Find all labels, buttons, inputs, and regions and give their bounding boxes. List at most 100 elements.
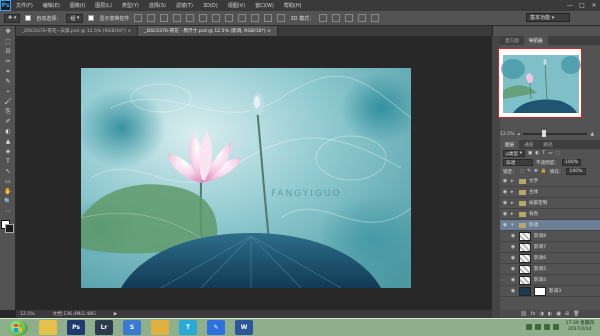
3d-roll-icon[interactable] xyxy=(332,14,341,22)
tab-paths[interactable]: 路径 xyxy=(538,140,557,149)
auto-select-dropdown[interactable]: 组 ▾ xyxy=(66,13,84,23)
expand-arrow-icon[interactable]: ▸ xyxy=(511,178,516,184)
collapse-arrow-icon[interactable]: ▾ xyxy=(511,222,516,228)
brush-tool-icon[interactable]: 🖌 xyxy=(2,97,14,106)
visibility-eye-icon[interactable]: ◉ xyxy=(510,255,516,261)
expand-arrow-icon[interactable]: ▸ xyxy=(511,211,516,217)
taskbar-folder-icon[interactable] xyxy=(151,320,169,335)
maximize-icon[interactable]: □ xyxy=(576,0,588,11)
menu-select[interactable]: 选择(S) xyxy=(144,2,171,9)
clock[interactable]: 17:39 星期四 2017/2/14 xyxy=(566,321,594,333)
zoom-tool-icon[interactable]: 🔍 xyxy=(2,197,14,206)
filter-pixel-icon[interactable]: ▣ xyxy=(528,151,532,156)
visibility-eye-icon[interactable]: ◉ xyxy=(502,189,508,195)
color-swatches[interactable] xyxy=(1,220,15,234)
layer-group-text[interactable]: ◉ ▸ 文字 xyxy=(500,176,600,187)
lotus-photo[interactable]: FANGYIGUO xyxy=(81,68,411,288)
visibility-eye-icon[interactable]: ◉ xyxy=(502,211,508,217)
zoom-slider-thumb[interactable] xyxy=(542,130,547,137)
taskbar-lightroom-icon[interactable]: Lr xyxy=(95,320,113,335)
3d-slide-icon[interactable] xyxy=(358,14,367,22)
distribute-center-icon[interactable] xyxy=(264,14,273,22)
more-tools-icon[interactable]: ⋯ xyxy=(2,207,14,216)
align-top-icon[interactable] xyxy=(134,14,143,22)
layer-tone-4[interactable]: ◉ 影调4 xyxy=(500,275,600,286)
3d-scale-icon[interactable] xyxy=(371,14,380,22)
tab-channels[interactable]: 通道 xyxy=(519,140,538,149)
visibility-eye-icon[interactable]: ◉ xyxy=(502,178,508,184)
marquee-tool-icon[interactable]: ⬚ xyxy=(2,37,14,46)
taskbar-word-icon[interactable]: W xyxy=(235,320,253,335)
zoom-out-icon[interactable]: ▴ xyxy=(518,132,520,137)
blend-mode-select[interactable]: 穿透 xyxy=(503,159,533,166)
visibility-eye-icon[interactable]: ◉ xyxy=(510,244,516,250)
visibility-eye-icon[interactable]: ◉ xyxy=(502,200,508,206)
status-zoom[interactable]: 12.5% xyxy=(20,312,35,317)
quick-select-tool-icon[interactable]: ✂ xyxy=(2,57,14,66)
new-layer-icon[interactable]: ⊞ xyxy=(565,311,569,317)
tray-app-icon[interactable] xyxy=(525,324,532,330)
taskbar-typora-icon[interactable]: T xyxy=(179,320,197,335)
move-tool-preset[interactable]: ✥ ▾ xyxy=(4,13,21,23)
filter-shape-icon[interactable]: ▭ xyxy=(548,151,552,156)
layer-tone-6[interactable]: ◉ 影调6 xyxy=(500,253,600,264)
add-mask-icon[interactable]: ◑ xyxy=(540,311,544,317)
fill-input[interactable]: 100% xyxy=(566,168,586,175)
hand-tool-icon[interactable]: ✋ xyxy=(2,187,14,196)
close-icon[interactable]: ✕ xyxy=(588,0,600,11)
menu-edit[interactable]: 编辑(E) xyxy=(38,2,65,9)
3d-rotate-icon[interactable] xyxy=(319,14,328,22)
tab-histogram[interactable]: 直方图 xyxy=(500,36,524,45)
document-tab-1[interactable]: _DSC0376-荷花~去燥.psd @ 12.5% (RGB/16*) × xyxy=(16,26,139,36)
shape-tool-icon[interactable]: ▭ xyxy=(2,177,14,186)
align-right-icon[interactable] xyxy=(199,14,208,22)
distribute-left-icon[interactable] xyxy=(251,14,260,22)
menu-3d[interactable]: 3D(D) xyxy=(198,3,223,9)
align-bottom-icon[interactable] xyxy=(160,14,169,22)
lock-paint-icon[interactable]: ✎ xyxy=(527,169,531,174)
tray-volume-icon[interactable] xyxy=(543,324,550,330)
eraser-tool-icon[interactable]: ◐ xyxy=(2,127,14,136)
lock-move-icon[interactable]: ✥ xyxy=(534,169,538,174)
navigator-view-frame[interactable] xyxy=(498,48,582,118)
align-center-icon[interactable] xyxy=(186,14,195,22)
tray-network-icon[interactable] xyxy=(534,324,541,330)
opacity-input[interactable]: 100% xyxy=(561,159,582,166)
new-group-icon[interactable]: ▣ xyxy=(556,311,561,317)
layer-group-local[interactable]: ◉ ▸ 局部定制 xyxy=(500,198,600,209)
layer-tone-8[interactable]: ◉ 影调8 xyxy=(500,231,600,242)
layer-tone-5[interactable]: ◉ 影调5 xyxy=(500,264,600,275)
expand-arrow-icon[interactable]: ▸ xyxy=(511,200,516,206)
show-transform-checkbox[interactable] xyxy=(88,15,95,21)
tab-layers[interactable]: 图层 xyxy=(500,140,520,149)
background-color-swatch[interactable] xyxy=(5,224,14,233)
healing-tool-icon[interactable]: ⌁ xyxy=(2,87,14,96)
gradient-tool-icon[interactable]: ▲ xyxy=(2,137,14,146)
visibility-eye-icon[interactable]: ◉ xyxy=(510,288,516,294)
auto-select-checkbox[interactable] xyxy=(25,15,32,21)
lasso-tool-icon[interactable]: ʘ xyxy=(2,47,14,56)
align-left-icon[interactable] xyxy=(173,14,182,22)
zoom-in-icon[interactable]: ▲ xyxy=(590,132,594,137)
history-brush-tool-icon[interactable]: ✐ xyxy=(2,117,14,126)
workspace-select[interactable]: 基本功能 ▾ xyxy=(526,13,570,22)
distribute-top-icon[interactable] xyxy=(212,14,221,22)
3d-pan-icon[interactable] xyxy=(345,14,354,22)
layer-kind-filter[interactable]: ρ类型 ▾ xyxy=(503,150,525,157)
adjustment-layer-icon[interactable]: ◐ xyxy=(548,311,552,317)
menu-filter[interactable]: 滤镜(T) xyxy=(171,2,198,9)
menu-image[interactable]: 图像(I) xyxy=(65,2,90,9)
layer-group-color[interactable]: ◉ ▸ 背色 xyxy=(500,209,600,220)
filter-adjust-icon[interactable]: ◐ xyxy=(535,151,539,156)
distribute-middle-icon[interactable] xyxy=(225,14,234,22)
tray-input-icon[interactable] xyxy=(552,324,559,330)
minimize-icon[interactable]: — xyxy=(564,0,576,11)
visibility-eye-icon[interactable]: ◉ xyxy=(510,277,516,283)
menu-view[interactable]: 视图(V) xyxy=(223,2,250,9)
visibility-eye-icon[interactable]: ◉ xyxy=(510,266,516,272)
distribute-bottom-icon[interactable] xyxy=(238,14,247,22)
move-tool-icon[interactable]: ✥ xyxy=(2,27,14,36)
menu-layer[interactable]: 图层(L) xyxy=(90,2,117,9)
menu-help[interactable]: 帮助(H) xyxy=(279,2,307,9)
path-select-tool-icon[interactable]: ↖ xyxy=(2,167,14,176)
